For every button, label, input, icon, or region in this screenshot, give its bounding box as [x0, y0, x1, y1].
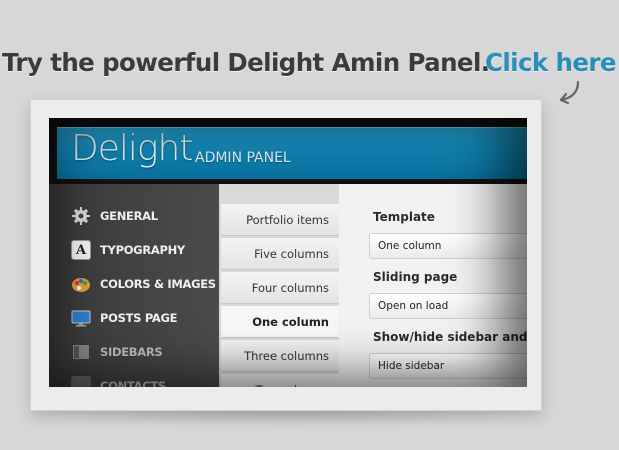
frame-shadow — [30, 411, 542, 427]
font-letter-a-icon: A — [71, 240, 91, 260]
contacts-icon — [71, 376, 91, 387]
sidebar-item-posts-page[interactable]: POSTS PAGE — [71, 307, 219, 329]
sidebar-select[interactable]: Hide sidebar — [369, 353, 527, 379]
sidebar-item-label: POSTS PAGE — [100, 311, 178, 325]
subnav-item-one-column[interactable]: One column — [221, 306, 347, 338]
panel-subnav: Portfolio items Five columns Four column… — [219, 184, 347, 387]
sidebar-item-colors-images[interactable]: COLORS & IMAGES — [71, 273, 219, 295]
subnav-item-three-columns[interactable]: Three columns — [221, 340, 339, 372]
sidebar-layout-icon — [71, 342, 91, 362]
subnav-item-two-columns[interactable]: Two columns — [221, 374, 339, 387]
promo-headline: Try the powerful Delight Amin Panel. Cli… — [0, 44, 619, 84]
curved-arrow-icon — [559, 80, 580, 105]
sidebar-item-sidebars[interactable]: SIDEBARS — [71, 341, 219, 363]
promo-text: Try the powerful Delight Amin Panel. — [2, 48, 490, 77]
panel-logo-subtitle: ADMIN PANEL — [195, 150, 291, 166]
click-here-link[interactable]: Click here — [485, 48, 616, 77]
palette-icon — [71, 274, 91, 294]
sidebar-item-label: SIDEBARS — [100, 345, 163, 359]
panel-logo: Delight — [71, 128, 193, 169]
subnav-item-four-columns[interactable]: Four columns — [221, 272, 339, 304]
sidebar-item-typography[interactable]: A TYPOGRAPHY — [71, 239, 219, 261]
screenshot-frame[interactable]: Delight ADMIN PANEL GENERAL A TYPOGRAPHY… — [30, 99, 542, 411]
admin-panel-preview[interactable]: Delight ADMIN PANEL GENERAL A TYPOGRAPHY… — [49, 118, 527, 387]
setting-label-sidebar: Show/hide sidebar and its position — [373, 330, 527, 344]
sidebar-item-general[interactable]: GENERAL — [71, 205, 219, 227]
monitor-icon — [71, 308, 91, 328]
sidebar-item-contacts[interactable]: CONTACTS — [71, 375, 219, 387]
setting-label-template: Template — [373, 210, 435, 224]
sidebar-item-label: TYPOGRAPHY — [100, 243, 185, 257]
sidebar-item-label: COLORS & IMAGES — [100, 277, 216, 291]
panel-header: Delight ADMIN PANEL — [49, 118, 527, 184]
subnav-item-portfolio-items[interactable]: Portfolio items — [221, 204, 339, 236]
panel-settings: Template One column Sliding page Open on… — [339, 184, 527, 387]
setting-label-sliding-page: Sliding page — [373, 270, 458, 284]
subnav-item-five-columns[interactable]: Five columns — [221, 238, 339, 270]
panel-sidebar: GENERAL A TYPOGRAPHY COLORS & IMAGES POS… — [49, 184, 219, 387]
sliding-page-select[interactable]: Open on load — [369, 293, 527, 319]
sidebar-item-label: CONTACTS — [100, 379, 166, 387]
template-select[interactable]: One column — [369, 233, 527, 259]
sidebar-item-label: GENERAL — [100, 209, 158, 223]
gear-icon — [71, 206, 91, 226]
